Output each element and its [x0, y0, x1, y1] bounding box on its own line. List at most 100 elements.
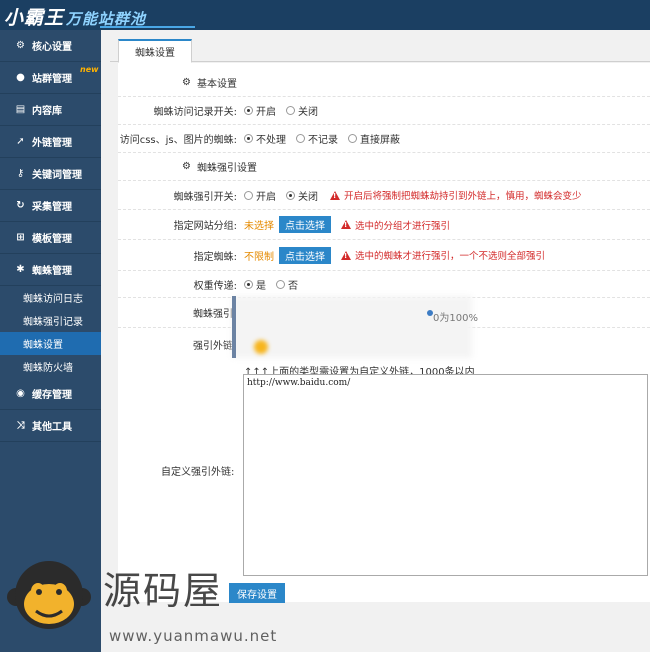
- custom-links-textarea[interactable]: http://www.baidu.com/: [243, 374, 648, 576]
- tab-spider-settings[interactable]: 蜘蛛设置: [118, 39, 192, 63]
- radio-block[interactable]: 直接屏蔽: [348, 131, 400, 146]
- group-warning: 选中的分组才进行强引: [341, 218, 450, 232]
- field-label: 指定网站分组:: [173, 221, 237, 232]
- sidebar-item-label: 模板管理: [32, 234, 72, 245]
- radio-dot: [244, 279, 253, 289]
- section-force: ⚙ 蜘蛛强引设置: [118, 153, 650, 181]
- warning-icon: [341, 220, 351, 229]
- sidebar-subitem-spider-log[interactable]: 蜘蛛访问日志: [0, 286, 101, 309]
- sidebar-item-spiders[interactable]: ✱ 蜘蛛管理: [0, 254, 101, 286]
- sidebar-item-collection[interactable]: ↻ 采集管理: [0, 190, 101, 222]
- shuffle-icon: ⤨: [16, 420, 25, 431]
- radio-label: 是: [256, 280, 266, 292]
- warning-text: 选中的蜘蛛才进行强引，一个不选则全部强引: [355, 251, 546, 262]
- sidebar-item-content-library[interactable]: ▤ 内容库: [0, 94, 101, 126]
- sidebar-item-label: 采集管理: [32, 202, 72, 213]
- force-switch-radios: 开启 关闭 开启后将强制把蜘蛛劫持引到外链上，慎用，蜘蛛会变少: [244, 181, 582, 209]
- radio-label: 否: [288, 280, 298, 292]
- section-title: 基本设置: [196, 79, 237, 90]
- select-group-button[interactable]: 点击选择: [279, 216, 331, 233]
- sidebar-item-templates[interactable]: ⊞ 模板管理: [0, 222, 101, 254]
- sidebar-subitem-spider-firewall[interactable]: 蜘蛛防火墙: [0, 355, 101, 378]
- link-icon: ➚: [16, 136, 25, 147]
- radio-dot: [244, 190, 253, 200]
- radio-no-process[interactable]: 不处理: [244, 131, 286, 146]
- ratio-hint: 0为100%: [433, 313, 478, 324]
- watermark-title: 源码屋: [103, 569, 224, 613]
- radio-dot: [286, 190, 295, 200]
- sidebar-item-label: 内容库: [32, 106, 62, 117]
- sidebar-item-keywords[interactable]: ⚷ 关键词管理: [0, 158, 101, 190]
- sidebar-item-label: 关键词管理: [32, 170, 82, 181]
- top-bar: 小霸王 万能站群池: [0, 0, 650, 30]
- obscured-graphic: [254, 340, 268, 354]
- sidebar-item-label: 其他工具: [32, 422, 72, 433]
- sidebar-item-label: 外链管理: [32, 138, 72, 149]
- radio-label: 关闭: [298, 107, 318, 118]
- radio-label: 开启: [256, 107, 276, 118]
- row-css-spider: 访问css、js、图片的蜘蛛: 不处理 不记录 直接屏蔽: [118, 125, 650, 153]
- log-switch-radios: 开启 关闭: [244, 97, 328, 124]
- spider-value: 不限制: [244, 251, 274, 263]
- field-label: 蜘蛛访问记录开关:: [153, 107, 237, 118]
- radio-dot: [286, 106, 295, 115]
- radio-label: 直接屏蔽: [360, 135, 400, 146]
- sidebar-item-core-settings[interactable]: ⚙ 核心设置: [0, 30, 101, 62]
- sidebar-item-label: 缓存管理: [32, 390, 72, 401]
- site-group-field: 未选择 点击选择 选中的分组才进行强引: [244, 210, 450, 239]
- field-label: 蜘蛛强引开关:: [173, 191, 237, 203]
- radio-force-on[interactable]: 开启: [244, 188, 276, 203]
- spider-select-field: 不限制 点击选择 选中的蜘蛛才进行强引，一个不选则全部强引: [244, 240, 545, 270]
- tab-bar: 蜘蛛设置: [110, 37, 650, 63]
- radio-weight-no[interactable]: 否: [276, 277, 298, 292]
- cache-icon: ◉: [16, 388, 25, 399]
- group-value: 未选择: [244, 221, 274, 232]
- select-spider-button[interactable]: 点击选择: [279, 246, 331, 264]
- sidebar-item-external-links[interactable]: ➚ 外链管理: [0, 126, 101, 158]
- sidebar-subitem-spider-settings[interactable]: 蜘蛛设置: [0, 332, 101, 355]
- warning-text: 开启后将强制把蜘蛛劫持引到外链上，慎用，蜘蛛会变少: [344, 191, 582, 202]
- key-icon: ⚷: [16, 168, 25, 179]
- radio-force-off[interactable]: 关闭: [286, 188, 318, 203]
- radio-log-off[interactable]: 关闭: [286, 103, 318, 118]
- sidebar-item-site-groups[interactable]: ● 站群管理 new: [0, 62, 101, 94]
- field-label: 权重传递:: [193, 280, 237, 292]
- grid-icon: ⊞: [16, 232, 25, 243]
- row-spider-select: 指定蜘蛛: 不限制 点击选择 选中的蜘蛛才进行强引，一个不选则全部强引: [118, 240, 650, 271]
- field-label: 蜘蛛强引: [193, 309, 233, 320]
- sidebar-item-label: 站群管理: [32, 74, 72, 85]
- radio-log-on[interactable]: 开启: [244, 103, 276, 118]
- radio-dot: [296, 134, 305, 143]
- obscured-region: [232, 296, 472, 358]
- logo-underline: [100, 26, 195, 28]
- warning-icon: [341, 250, 351, 260]
- radio-label: 不处理: [256, 135, 286, 146]
- custom-links-label: 自定义强引外链:: [161, 467, 235, 478]
- row-weight-transfer: 权重传递: 是 否: [118, 271, 650, 298]
- sidebar-item-label: 蜘蛛管理: [32, 266, 72, 277]
- save-button[interactable]: 保存设置: [229, 583, 285, 603]
- warning-text: 选中的分组才进行强引: [355, 220, 451, 232]
- sidebar-subitem-spider-force-log[interactable]: 蜘蛛强引记录: [0, 309, 101, 332]
- css-spider-radios: 不处理 不记录 直接屏蔽: [244, 125, 410, 152]
- user-icon: ●: [16, 72, 25, 83]
- row-site-group: 指定网站分组: 未选择 点击选择 选中的分组才进行强引: [118, 210, 650, 240]
- gear-icon: ⚙: [16, 40, 25, 51]
- document-icon: ▤: [15, 104, 26, 115]
- spider-icon: ✱: [16, 264, 25, 275]
- radio-no-record[interactable]: 不记录: [296, 131, 338, 146]
- radio-weight-yes[interactable]: 是: [244, 277, 266, 292]
- radio-dot: [244, 134, 253, 143]
- monkey-logo: [7, 561, 91, 629]
- sidebar-item-other-tools[interactable]: ⤨ 其他工具: [0, 410, 101, 442]
- row-force-switch: 蜘蛛强引开关: 开启 关闭 开启后将强制把蜘蛛劫持引到外链上，慎用，蜘蛛会变少: [118, 181, 650, 210]
- radio-label: 不记录: [308, 135, 338, 146]
- radio-label: 开启: [256, 191, 276, 203]
- radio-dot: [276, 279, 285, 289]
- sidebar-item-cache[interactable]: ◉ 缓存管理: [0, 378, 101, 410]
- sidebar-item-label: 核心设置: [32, 42, 72, 53]
- force-warning: 开启后将强制把蜘蛛劫持引到外链上，慎用，蜘蛛会变少: [330, 188, 582, 202]
- weight-radios: 是 否: [244, 271, 308, 297]
- field-label: 强引外链: [193, 341, 233, 352]
- section-basic: ⚙ 基本设置: [118, 69, 650, 97]
